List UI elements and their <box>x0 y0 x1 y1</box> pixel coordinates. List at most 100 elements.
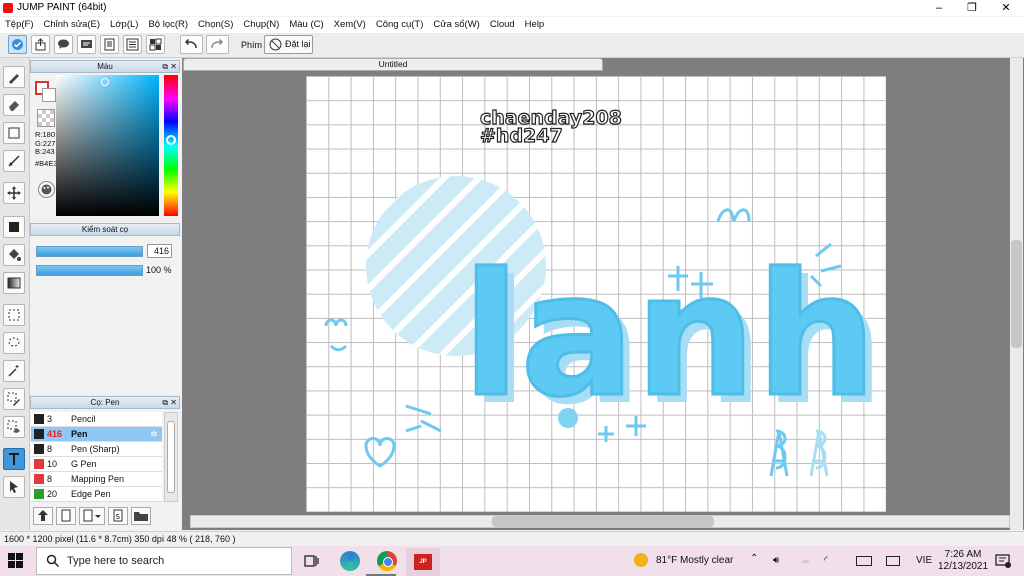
brush-menu-icon[interactable] <box>79 507 105 525</box>
eraser-icon[interactable] <box>3 94 25 116</box>
brush-name: Pen <box>71 429 88 439</box>
display-icon[interactable] <box>886 556 900 566</box>
marquee-icon[interactable] <box>3 304 25 326</box>
vertical-scroll-thumb[interactable] <box>1011 240 1022 348</box>
panel-controls-icon[interactable]: ⧉ ✕ <box>162 398 177 408</box>
drawing-canvas[interactable]: chaenday208 #hd247 lanh lanh <box>306 76 886 512</box>
brush-control-title: Kiểm soát cọ <box>81 225 129 234</box>
lasso-icon[interactable] <box>3 332 25 354</box>
chrome-browser-icon[interactable] <box>377 551 397 571</box>
brush-size-slider[interactable] <box>36 246 143 257</box>
notifications-icon[interactable] <box>995 553 1011 572</box>
move-icon[interactable] <box>3 182 25 204</box>
transparent-swatch[interactable] <box>37 109 55 127</box>
menu-tools[interactable]: Công cụ(T) <box>371 17 429 33</box>
sv-cursor[interactable] <box>101 78 109 86</box>
brush-item-selected[interactable]: 416 Pen ✲ <box>31 427 162 442</box>
operation-icon[interactable] <box>3 476 25 498</box>
magic-wand-icon[interactable] <box>3 360 25 382</box>
app-icon <box>3 3 13 13</box>
windows-start-icon[interactable] <box>8 553 24 572</box>
jump-paint-task-button[interactable]: JP <box>406 548 440 576</box>
hue-cursor[interactable] <box>166 135 176 145</box>
comment-icon[interactable] <box>54 35 73 54</box>
brush-add-icon[interactable] <box>33 507 53 525</box>
secondary-color-swatch[interactable] <box>42 88 56 102</box>
undo-icon[interactable] <box>180 35 203 54</box>
brush-item[interactable]: 8 Pen (Sharp) <box>31 442 162 457</box>
menu-edit[interactable]: Chỉnh sửa(E) <box>39 17 106 33</box>
message-icon[interactable] <box>77 35 96 54</box>
menu-window[interactable]: Cửa sổ(W) <box>428 17 484 33</box>
share-icon[interactable] <box>31 35 50 54</box>
folder-icon[interactable] <box>131 507 151 525</box>
clock[interactable]: 7:26 AM 12/13/2021 <box>938 549 988 573</box>
document-icon[interactable] <box>100 35 119 54</box>
selection-eraser-icon[interactable] <box>3 416 25 438</box>
fill-rect-icon[interactable] <box>3 216 25 238</box>
brush-list-scrollbar[interactable] <box>164 412 178 502</box>
new-brush-icon[interactable] <box>56 507 76 525</box>
menu-capture[interactable]: Chụp(N) <box>238 17 284 33</box>
color-panel-title: Màu <box>97 62 113 71</box>
hue-slider[interactable] <box>164 75 178 216</box>
bucket-icon[interactable] <box>3 244 25 266</box>
task-view-icon[interactable] <box>304 553 320 572</box>
brush-size: 8 <box>47 444 53 454</box>
brush-item[interactable]: 8 Mapping Pen <box>31 472 162 487</box>
settings-gear-icon[interactable]: ✲ <box>150 427 158 441</box>
menu-help[interactable]: Help <box>520 17 550 33</box>
brush-size: 20 <box>47 489 58 499</box>
close-icon[interactable]: ✕ <box>989 0 1023 16</box>
brush-swatch <box>34 444 44 454</box>
cloud-icon[interactable] <box>8 35 27 54</box>
brush-item[interactable]: 10 G Pen <box>31 457 162 472</box>
language-indicator[interactable]: VIE <box>916 555 932 566</box>
menu-filter[interactable]: Bộ lọc(R) <box>143 17 193 33</box>
weather-moon-icon <box>634 553 648 567</box>
menu-view[interactable]: Xem(V) <box>329 17 371 33</box>
brush-size: 10 <box>47 459 58 469</box>
gradient-icon[interactable] <box>3 272 25 294</box>
line-icon[interactable] <box>3 150 25 172</box>
title-bar: JUMP PAINT (64bit) – ❐ ✕ <box>0 0 1024 16</box>
menu-select[interactable]: Chọn(S) <box>193 17 238 33</box>
grid-icon[interactable] <box>146 35 165 54</box>
keyboard-icon[interactable] <box>856 556 872 566</box>
brush-item[interactable]: 3 Pencil <box>31 412 162 427</box>
brush-copy-icon[interactable]: S <box>108 507 128 525</box>
taskbar-search-box[interactable]: Type here to search <box>36 547 292 575</box>
text-tool-icon[interactable] <box>3 448 25 470</box>
brush-swatch <box>34 474 44 484</box>
cloud-icon[interactable]: ☁︎ <box>800 555 810 566</box>
document-tab[interactable]: Untitled <box>183 58 603 71</box>
brush-size-field[interactable]: 416 <box>147 244 172 258</box>
wifi-icon[interactable]: ◜ <box>824 555 828 566</box>
brush-icon[interactable] <box>3 66 25 88</box>
tray-chevron-icon[interactable]: ⌃ <box>750 553 758 564</box>
volume-icon[interactable]: 🔊︎ <box>773 555 779 566</box>
horizontal-scroll-thumb[interactable] <box>492 516 714 527</box>
menu-file[interactable]: Tệp(F) <box>0 17 39 33</box>
weather-text[interactable]: 81°F Mostly clear <box>656 555 733 566</box>
edge-browser-icon[interactable] <box>340 551 360 571</box>
brush-swatch <box>34 489 44 499</box>
palette-icon[interactable] <box>38 181 55 198</box>
redo-icon[interactable] <box>206 35 229 54</box>
brush-item[interactable]: 20 Edge Pen <box>31 487 162 502</box>
menu-color[interactable]: Màu (C) <box>284 17 328 33</box>
empty-panel-area <box>30 282 180 394</box>
saturation-value-picker[interactable] <box>56 75 159 216</box>
list-icon[interactable] <box>123 35 142 54</box>
reset-button[interactable]: Đặt lại <box>264 35 313 54</box>
brush-size: 3 <box>47 414 53 424</box>
menu-layer[interactable]: Lớp(L) <box>105 17 143 33</box>
minimize-icon[interactable]: – <box>922 0 956 16</box>
brush-control-header: Kiểm soát cọ <box>30 223 180 236</box>
restore-icon[interactable]: ❐ <box>955 0 989 16</box>
menu-cloud[interactable]: Cloud <box>485 17 520 33</box>
rectangle-icon[interactable] <box>3 122 25 144</box>
selection-pen-icon[interactable] <box>3 388 25 410</box>
brush-opacity-slider[interactable] <box>36 265 143 276</box>
panel-controls-icon[interactable]: ⧉ ✕ <box>162 62 177 72</box>
